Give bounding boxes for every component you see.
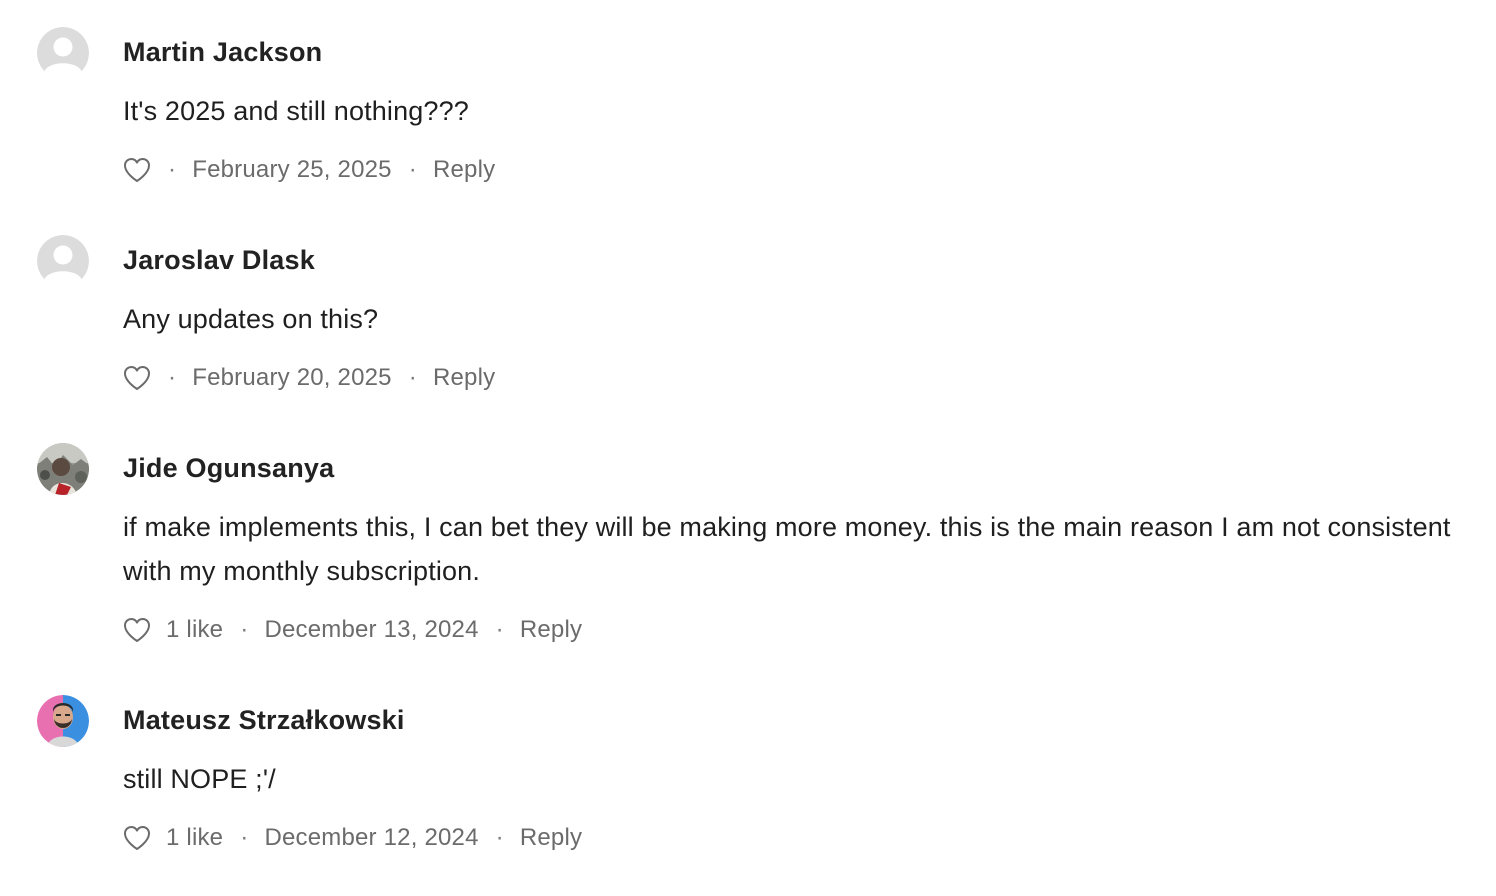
avatar[interactable] <box>37 27 89 79</box>
meta-separator: · <box>240 616 249 643</box>
comment-date: February 20, 2025 <box>192 364 392 391</box>
like-button[interactable]: 1 like <box>123 824 223 852</box>
user-photo-icon <box>37 695 89 747</box>
meta-separator: · <box>240 824 249 851</box>
comment-item: Jaroslav Dlask Any updates on this? · Fe… <box>0 235 1496 405</box>
comment-item: Jide Ogunsanya if make implements this, … <box>0 443 1496 657</box>
comment-body: if make implements this, I can bet they … <box>123 512 1451 586</box>
comment-item: Mateusz Strzałkowski still NOPE ;'/ 1 li… <box>0 695 1496 865</box>
comment-author[interactable]: Mateusz Strzałkowski <box>123 705 405 736</box>
avatar[interactable] <box>37 695 89 747</box>
like-count: 1 like <box>166 616 224 643</box>
user-photo-icon <box>37 443 89 495</box>
comment-item: Martin Jackson It's 2025 and still nothi… <box>0 27 1496 197</box>
comment-body: Any updates on this? <box>123 304 379 334</box>
avatar[interactable] <box>37 235 89 287</box>
avatar[interactable] <box>37 443 89 495</box>
comment-meta: · February 25, 2025 · Reply <box>123 154 495 186</box>
heart-outline-icon <box>124 158 150 182</box>
comment-list: Martin Jackson It's 2025 and still nothi… <box>0 0 1496 896</box>
person-silhouette-icon <box>37 235 89 287</box>
like-button[interactable]: 1 like <box>123 616 223 644</box>
reply-button[interactable]: Reply <box>433 156 495 184</box>
heart-outline-icon <box>124 826 150 850</box>
heart-outline-icon <box>124 366 150 390</box>
comment-meta: · February 20, 2025 · Reply <box>123 362 495 394</box>
comment-date: December 12, 2024 <box>264 824 479 851</box>
reply-button[interactable]: Reply <box>433 364 495 392</box>
person-silhouette-icon <box>37 27 89 79</box>
comment-date: February 25, 2025 <box>192 156 392 183</box>
comment-meta: 1 like · December 13, 2024 · Reply <box>123 614 582 646</box>
meta-separator: · <box>408 156 417 183</box>
reply-button[interactable]: Reply <box>520 824 582 852</box>
comment-author[interactable]: Jide Ogunsanya <box>123 453 334 484</box>
heart-outline-icon <box>124 618 150 642</box>
like-button[interactable] <box>123 365 151 391</box>
meta-separator: · <box>168 364 177 391</box>
comment-date: December 13, 2024 <box>264 616 479 643</box>
comment-body: still NOPE ;'/ <box>123 764 276 794</box>
comment-author[interactable]: Martin Jackson <box>123 37 322 68</box>
comment-author[interactable]: Jaroslav Dlask <box>123 245 315 276</box>
meta-separator: · <box>495 824 504 851</box>
meta-separator: · <box>408 364 417 391</box>
meta-separator: · <box>168 156 177 183</box>
comment-meta: 1 like · December 12, 2024 · Reply <box>123 822 582 854</box>
meta-separator: · <box>495 616 504 643</box>
like-count: 1 like <box>166 824 224 851</box>
like-button[interactable] <box>123 157 151 183</box>
comment-body: It's 2025 and still nothing??? <box>123 96 469 126</box>
reply-button[interactable]: Reply <box>520 616 582 644</box>
